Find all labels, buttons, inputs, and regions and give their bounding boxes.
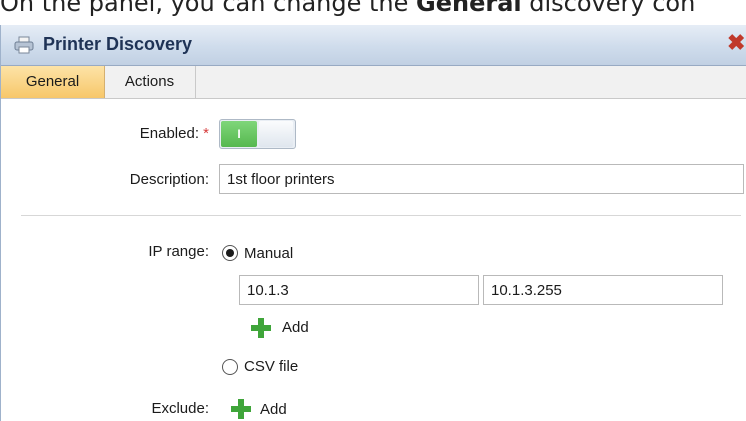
printer-discovery-panel: Printer Discovery ✖ General Actions Enab… — [0, 25, 746, 421]
radio-selected-dot — [226, 249, 234, 257]
document-text: On the panel, you can change the General… — [0, 0, 746, 18]
enabled-label: Enabled: * — [61, 125, 209, 142]
general-tab-content: Enabled: * I Description: IP range: Manu… — [1, 99, 746, 421]
ip-range-label: IP range: — [148, 243, 209, 260]
csv-file-radio[interactable] — [222, 359, 238, 375]
description-label: Description: — [129, 171, 209, 188]
panel-titlebar: Printer Discovery ✖ — [1, 25, 746, 66]
manual-radio-label[interactable]: Manual — [244, 245, 293, 262]
add-icon[interactable] — [251, 318, 271, 338]
section-divider — [21, 215, 741, 216]
close-icon[interactable]: ✖ — [727, 30, 745, 56]
tab-bar: General Actions — [1, 66, 746, 99]
description-input[interactable] — [219, 164, 744, 194]
doc-text-bold: General — [416, 0, 522, 17]
add-ip-range-button[interactable]: Add — [282, 319, 309, 336]
tab-general[interactable]: General — [1, 66, 105, 98]
doc-text-prefix: On the panel, you can change the — [0, 0, 417, 17]
manual-radio[interactable] — [222, 245, 238, 261]
ip-range-from-input[interactable] — [239, 275, 479, 305]
toggle-on-indicator: I — [221, 121, 257, 147]
enabled-toggle[interactable]: I — [219, 119, 296, 149]
doc-text-suffix: discovery con — [521, 0, 696, 17]
csv-file-radio-label[interactable]: CSV file — [244, 358, 298, 375]
ip-range-to-input[interactable] — [483, 275, 723, 305]
panel-title: Printer Discovery — [43, 34, 193, 54]
required-marker: * — [203, 125, 209, 142]
exclude-add-icon[interactable] — [231, 399, 251, 419]
toggle-knob — [259, 121, 293, 147]
tab-actions[interactable]: Actions — [104, 66, 196, 98]
exclude-label: Exclude: — [151, 400, 209, 417]
printer-icon — [14, 36, 34, 54]
enabled-label-text: Enabled: — [139, 125, 199, 142]
exclude-add-button[interactable]: Add — [260, 401, 287, 418]
